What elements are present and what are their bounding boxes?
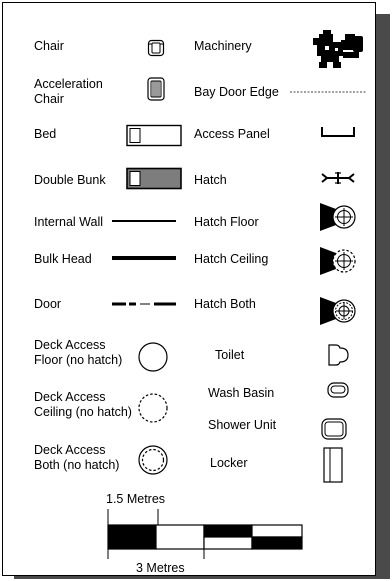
label-machinery: Machinery <box>194 39 252 53</box>
label-access-panel: Access Panel <box>194 127 270 141</box>
internal-wall-line <box>112 220 176 222</box>
scale-bar <box>107 509 303 559</box>
deck-access-both-icon <box>138 445 168 475</box>
hatch-floor-icon <box>320 203 356 231</box>
hatch-icon <box>321 172 355 184</box>
machinery-icon <box>313 30 363 68</box>
label-bay-door-edge: Bay Door Edge <box>194 85 279 99</box>
label-double-bunk: Double Bunk <box>34 173 106 187</box>
hatch-ceiling-icon <box>320 247 356 275</box>
access-panel-icon <box>321 127 355 137</box>
door-line <box>112 302 176 306</box>
label-locker: Locker <box>210 456 248 470</box>
bed-icon <box>126 124 182 147</box>
bay-door-edge-line <box>290 91 366 93</box>
label-internal-wall: Internal Wall <box>34 215 104 229</box>
acceleration-chair-icon <box>147 77 165 101</box>
label-acceleration-chair: Acceleration Chair <box>34 77 103 106</box>
label-wash-basin: Wash Basin <box>208 386 275 400</box>
label-deck-access-ceiling: Deck Access Ceiling (no hatch) <box>34 390 132 419</box>
label-toilet: Toilet <box>215 348 245 362</box>
label-deck-access-both: Deck Access Both (no hatch) <box>34 443 120 472</box>
label-deck-access-floor: Deck Access Floor (no hatch) <box>34 338 123 367</box>
label-bulk-head: Bulk Head <box>34 252 92 266</box>
label-shower-unit: Shower Unit <box>208 418 277 432</box>
chair-icon <box>147 39 165 57</box>
shower-unit-icon <box>321 418 347 440</box>
wash-basin-icon <box>327 382 349 398</box>
bulk-head-line <box>112 256 176 260</box>
deck-access-ceiling-icon <box>138 393 168 423</box>
label-hatch-floor: Hatch Floor <box>194 215 259 229</box>
double-bunk-icon <box>126 167 182 190</box>
label-hatch-ceiling: Hatch Ceiling <box>194 252 269 266</box>
label-hatch-both: Hatch Both <box>194 297 256 311</box>
deck-access-floor-icon <box>138 342 168 372</box>
locker-icon <box>323 447 343 483</box>
label-hatch: Hatch <box>194 173 227 187</box>
label-door: Door <box>34 297 62 311</box>
toilet-icon <box>328 344 349 366</box>
label-chair: Chair <box>34 39 64 53</box>
scale-top-label: 1.5 Metres <box>106 492 166 506</box>
label-bed: Bed <box>34 127 57 141</box>
hatch-both-icon <box>320 297 356 325</box>
